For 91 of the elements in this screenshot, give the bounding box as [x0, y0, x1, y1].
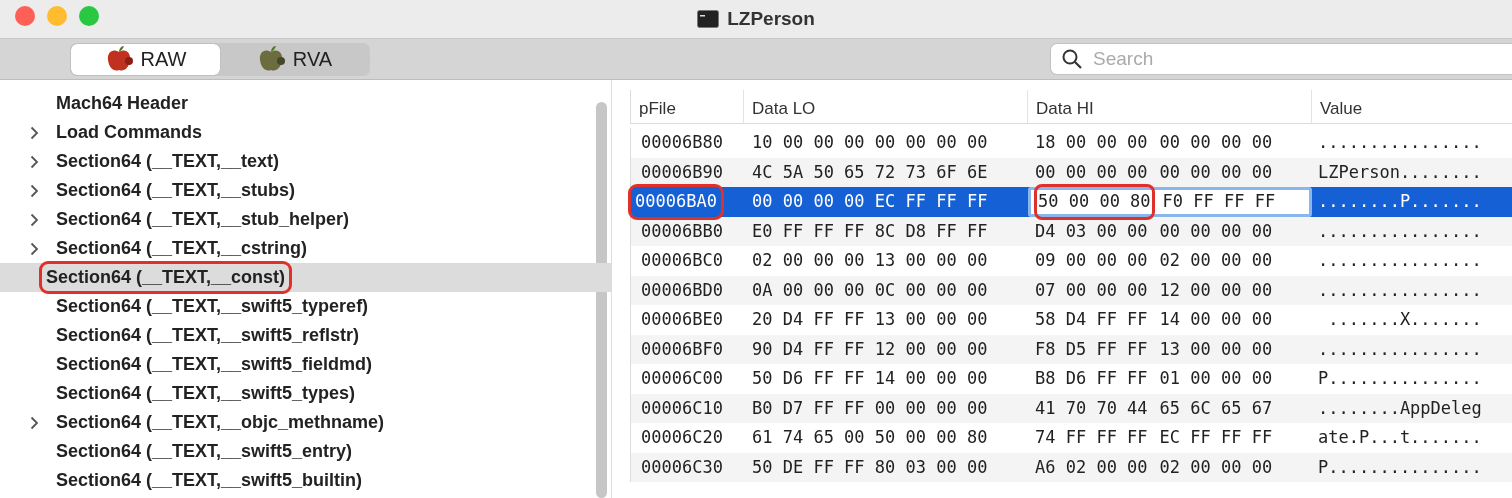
search-field[interactable]: Search: [1050, 43, 1512, 75]
chevron-icon[interactable]: [30, 184, 39, 199]
tree-item[interactable]: Section64 (__TEXT,__text): [54, 148, 282, 175]
table-cell: ................: [1318, 132, 1482, 152]
table-cell: LZPerson........: [1318, 161, 1482, 182]
tree-item[interactable]: Section64 (__TEXT,__swift5_fieldmd): [54, 351, 375, 378]
table-cell: 50 00 00 80: [1037, 187, 1152, 217]
table-cell-text: 00006B80: [640, 131, 724, 154]
table-cell-text: A6 02 00 00: [1034, 455, 1149, 479]
table-cell-text: 90 D4 FF FF 12 00 00 00: [751, 337, 989, 361]
table-cell-text: 00006C20: [640, 426, 724, 449]
table-cell: ................: [1318, 250, 1482, 270]
table-cell-text: 00 00 00 00 EC FF FF FF: [751, 190, 989, 213]
table-cell-text: 61 74 65 00 50 00 00 80: [751, 426, 989, 449]
scrollbar-thumb[interactable]: [596, 102, 607, 498]
table-cell-text: 00 00 00 00: [1158, 219, 1274, 243]
table-cell-text: F8 D5 FF FF: [1034, 337, 1149, 361]
table-cell-text: 00006BC0: [640, 249, 724, 272]
table-cell-text: B0 D7 FF FF 00 00 00 00: [751, 396, 989, 420]
tree-item[interactable]: Section64 (__TEXT,__cstring): [54, 235, 310, 262]
table-cell: ................: [1318, 220, 1482, 241]
tree-item[interactable]: Section64 (__TEXT,__swift5_reflstr): [54, 322, 362, 349]
tree-item[interactable]: Section64 (__TEXT,__stubs): [54, 177, 298, 204]
table-cell-text: EC FF FF FF: [1158, 426, 1274, 449]
table-cell-text: 00006C10: [640, 396, 724, 420]
tree-item[interactable]: Section64 (__TEXT,__stub_helper): [54, 206, 352, 233]
tree-item[interactable]: Section64 (__TEXT,__swift5_types): [54, 380, 358, 407]
table-cell-text: 00 00 00 00: [1034, 160, 1149, 184]
edit-field[interactable]: 50 00 00 80 F0 FF FF FF: [1028, 187, 1312, 217]
table-cell: ........AppDeleg: [1318, 397, 1482, 418]
table-cell-text: B8 D6 FF FF: [1034, 367, 1149, 390]
table-cell-text: 00006BD0: [640, 278, 724, 302]
table-cell: ................: [1318, 279, 1482, 300]
table-cell-text: 00006BE0: [640, 308, 724, 331]
table-cell-text: 65 6C 65 67: [1158, 396, 1274, 420]
table-cell-text: E0 FF FF FF 8C D8 FF FF: [751, 219, 989, 243]
tree-item[interactable]: Load Commands: [54, 119, 204, 146]
tree-item[interactable]: Section64 (__TEXT,__swift5_builtin): [54, 467, 365, 494]
column-header[interactable]: Value: [1312, 90, 1512, 123]
table-cell-text: 10 00 00 00 00 00 00 00: [751, 131, 989, 154]
column-header[interactable]: pFile: [631, 90, 744, 123]
table-cell-text: 12 00 00 00: [1158, 278, 1274, 302]
tree-item[interactable]: Section64 (__TEXT,__swift5_typeref): [54, 293, 371, 320]
column-header[interactable]: Data HI: [1028, 90, 1312, 123]
window-title: LZPerson: [727, 6, 815, 31]
close-button[interactable]: [15, 6, 35, 26]
table-cell: 00006BA0: [631, 187, 721, 217]
mode-tab[interactable]: RAW: [71, 43, 220, 75]
chevron-icon[interactable]: [30, 155, 39, 170]
table-cell-text: 41 70 70 44: [1034, 396, 1149, 420]
table-cell-text: 14 00 00 00: [1158, 308, 1274, 331]
table-cell-text: 18 00 00 00: [1034, 131, 1149, 154]
tree-item[interactable]: Section64 (__TEXT,__objc_methname): [54, 409, 387, 436]
mode-tab[interactable]: RVA: [220, 43, 369, 75]
table-cell-text: 00006B90: [640, 160, 724, 184]
table-cell: P...............: [1318, 456, 1482, 477]
table-cell-text: 4C 5A 50 65 72 73 6F 6E: [751, 160, 989, 184]
table-cell-text: 07 00 00 00: [1034, 278, 1149, 302]
table-cell-text: 50 D6 FF FF 14 00 00 00: [751, 367, 989, 390]
table-cell-text: 00006C30: [640, 455, 724, 479]
tree-item[interactable]: Mach64 Header: [54, 90, 191, 117]
table-cell-text: .......X.......: [1327, 309, 1482, 329]
table-cell-text: 74 FF FF FF: [1034, 426, 1149, 449]
chevron-icon[interactable]: [30, 126, 39, 141]
table-cell-text: 00006BF0: [640, 337, 724, 361]
table-cell-text: 20 D4 FF FF 13 00 00 00: [751, 308, 989, 331]
table-cell: ate.P...t.......: [1318, 427, 1482, 447]
table-cell: P...............: [1318, 368, 1482, 388]
table-cell: ................: [1318, 338, 1482, 359]
table-cell-text: 02 00 00 00 13 00 00 00: [751, 249, 989, 272]
chevron-icon[interactable]: [30, 213, 39, 228]
table-cell-text: 00 00 00 00: [1158, 160, 1274, 184]
table-cell-text: 09 00 00 00: [1034, 249, 1149, 272]
table-cell-text: F0 FF FF FF: [1161, 190, 1277, 213]
table-cell-text: 58 D4 FF FF: [1034, 308, 1149, 331]
table-cell-text: 13 00 00 00: [1158, 337, 1274, 361]
tree-item[interactable]: Section64 (__TEXT,__swift5_entry): [54, 438, 355, 465]
table-cell-text: 02 00 00 00: [1158, 249, 1274, 272]
chevron-icon[interactable]: [30, 416, 39, 431]
table-cell: ........P.......: [1318, 191, 1482, 211]
column-header[interactable]: Data LO: [744, 90, 1028, 123]
table-cell-text: 00006BB0: [640, 219, 724, 243]
table-cell-text: 01 00 00 00: [1158, 367, 1274, 390]
table-cell-text: D4 03 00 00: [1034, 219, 1149, 243]
terminal-icon: [697, 10, 720, 28]
table-cell-text: 00 00 00 00: [1158, 131, 1274, 154]
table-cell-text: 0A 00 00 00 0C 00 00 00: [751, 278, 989, 302]
chevron-icon[interactable]: [30, 242, 39, 257]
table-cell-text: 02 00 00 00: [1158, 455, 1274, 479]
table-cell-text: 00006C00: [640, 367, 724, 390]
table-cell-text: 50 DE FF FF 80 03 00 00: [751, 455, 989, 479]
